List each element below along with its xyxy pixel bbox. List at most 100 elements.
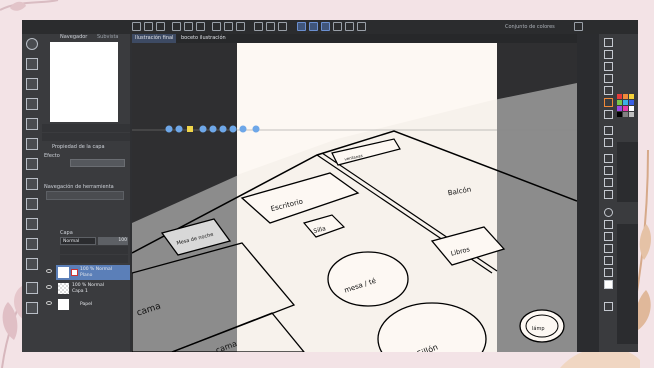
color-swatch[interactable] bbox=[623, 100, 628, 105]
canvas-area[interactable]: Ilustración final boceto ilustración Esc… bbox=[132, 34, 577, 352]
stamp-icon[interactable] bbox=[604, 74, 613, 83]
perspective-ruler-handles[interactable] bbox=[165, 125, 260, 133]
droplet-icon[interactable] bbox=[604, 154, 613, 163]
fill-icon[interactable] bbox=[236, 22, 245, 31]
color-swatch[interactable] bbox=[629, 106, 634, 111]
visibility-eye-icon[interactable] bbox=[46, 269, 52, 273]
selection-icon[interactable] bbox=[26, 98, 38, 110]
snap-grid-icon[interactable] bbox=[321, 22, 330, 31]
triangle-icon[interactable] bbox=[604, 232, 613, 241]
transform-icon[interactable] bbox=[224, 22, 233, 31]
color-swatch[interactable] bbox=[617, 100, 622, 105]
sub-tool-list[interactable] bbox=[617, 142, 638, 202]
eraser-icon[interactable] bbox=[26, 238, 38, 250]
snap-ruler-icon[interactable] bbox=[309, 22, 318, 31]
snap-special-icon[interactable] bbox=[333, 22, 342, 31]
pencil-alt-icon[interactable] bbox=[604, 126, 613, 135]
zoom-icon[interactable] bbox=[26, 38, 38, 50]
clear-icon[interactable] bbox=[212, 22, 221, 31]
eyedropper-icon[interactable] bbox=[26, 138, 38, 150]
marker-icon[interactable] bbox=[604, 138, 613, 147]
layer-thumbnail bbox=[58, 283, 69, 294]
deselect-icon[interactable] bbox=[254, 22, 263, 31]
magic-wand-icon[interactable] bbox=[604, 62, 613, 71]
color-swatch[interactable] bbox=[623, 94, 628, 99]
blend-icon[interactable] bbox=[604, 166, 613, 175]
tab-final-illustration[interactable]: Ilustración final bbox=[132, 34, 177, 43]
subview-tab[interactable]: Subvista bbox=[97, 34, 119, 40]
text-icon[interactable] bbox=[604, 244, 613, 253]
view-icon[interactable] bbox=[357, 22, 366, 31]
right-panel bbox=[577, 34, 638, 352]
layer-row[interactable]: Papel bbox=[46, 297, 130, 312]
save-icon[interactable] bbox=[172, 22, 181, 31]
color-swatch[interactable] bbox=[617, 106, 622, 111]
blur-icon[interactable] bbox=[604, 86, 613, 95]
layer-row[interactable]: 100 % Normal Capa 1 bbox=[46, 281, 130, 296]
navigator-controls[interactable] bbox=[42, 133, 130, 141]
airbrush-icon[interactable] bbox=[26, 218, 38, 230]
operation-icon[interactable] bbox=[26, 78, 38, 90]
color-swatch[interactable] bbox=[629, 94, 634, 99]
effect-buttons[interactable] bbox=[70, 159, 125, 167]
open-file-icon[interactable] bbox=[156, 22, 165, 31]
effect-label: Efecto bbox=[44, 153, 60, 159]
grid-icon[interactable] bbox=[604, 190, 613, 199]
text-tool-icon[interactable] bbox=[26, 282, 38, 294]
undo-icon[interactable] bbox=[184, 22, 193, 31]
figure-tool-icon[interactable] bbox=[26, 302, 38, 314]
drawing-canvas[interactable]: Escritorio Silla ventanas Balcón Libros … bbox=[132, 43, 577, 352]
color-icon[interactable] bbox=[604, 280, 613, 289]
menu-icon[interactable] bbox=[132, 22, 141, 31]
settings-icon[interactable] bbox=[604, 302, 613, 311]
document-tabs: Ilustración final boceto ilustración bbox=[132, 34, 577, 43]
ruler-icon[interactable] bbox=[278, 22, 287, 31]
rectangle-icon[interactable] bbox=[604, 220, 613, 229]
layer-thumbnail bbox=[58, 267, 69, 278]
pen-icon[interactable] bbox=[26, 158, 38, 170]
label-lampara: lámp bbox=[532, 325, 545, 332]
color-swatch[interactable] bbox=[629, 112, 634, 117]
swatch-grid[interactable] bbox=[617, 94, 637, 134]
color-swatch[interactable] bbox=[623, 106, 628, 111]
brush-tool-icon[interactable] bbox=[604, 38, 613, 47]
layer-buttons-row-2[interactable] bbox=[60, 255, 128, 263]
brush-alt-icon[interactable] bbox=[604, 110, 613, 119]
move-icon[interactable] bbox=[26, 58, 38, 70]
color-swatch[interactable] bbox=[623, 112, 628, 117]
opacity-slider[interactable]: 100 bbox=[98, 237, 128, 245]
layer-panel-title: Capa bbox=[60, 230, 73, 236]
top-toolbar: Conjunto de colores bbox=[22, 20, 638, 34]
color-palette-strip[interactable] bbox=[577, 34, 599, 352]
blend-mode-select[interactable]: Normal bbox=[60, 237, 96, 245]
layer-buttons-row[interactable] bbox=[60, 246, 128, 254]
bucket-icon[interactable] bbox=[604, 178, 613, 187]
perspective-icon[interactable] bbox=[345, 22, 354, 31]
color-swatch[interactable] bbox=[629, 100, 634, 105]
close-panel-icon[interactable] bbox=[574, 22, 583, 31]
fill-tool-icon[interactable] bbox=[26, 258, 38, 270]
star-icon[interactable] bbox=[604, 98, 613, 107]
balloon-icon[interactable] bbox=[604, 256, 613, 265]
crop-icon[interactable] bbox=[266, 22, 275, 31]
line-icon[interactable] bbox=[604, 268, 613, 277]
pencil-icon[interactable] bbox=[26, 178, 38, 190]
lasso-icon[interactable] bbox=[26, 118, 38, 130]
color-swatch[interactable] bbox=[617, 112, 622, 117]
tab-sketch[interactable]: boceto ilustración bbox=[178, 34, 229, 43]
navigator-tab[interactable]: Navegador bbox=[60, 34, 87, 40]
hand-icon[interactable] bbox=[604, 50, 613, 59]
tool-nav-button[interactable] bbox=[46, 191, 124, 200]
layer-thumbnail bbox=[58, 299, 69, 310]
visibility-eye-icon[interactable] bbox=[46, 285, 52, 289]
snap-icon[interactable] bbox=[297, 22, 306, 31]
new-file-icon[interactable] bbox=[144, 22, 153, 31]
circle-icon[interactable] bbox=[604, 208, 613, 217]
color-swatch[interactable] bbox=[617, 94, 622, 99]
navigator-zoom-bar[interactable] bbox=[42, 124, 130, 132]
visibility-eye-icon[interactable] bbox=[46, 301, 52, 305]
redo-icon[interactable] bbox=[196, 22, 205, 31]
brush-icon[interactable] bbox=[26, 198, 38, 210]
layer-row[interactable]: 100 % Normal Plano bbox=[46, 265, 130, 280]
tool-property-list[interactable] bbox=[617, 224, 638, 344]
